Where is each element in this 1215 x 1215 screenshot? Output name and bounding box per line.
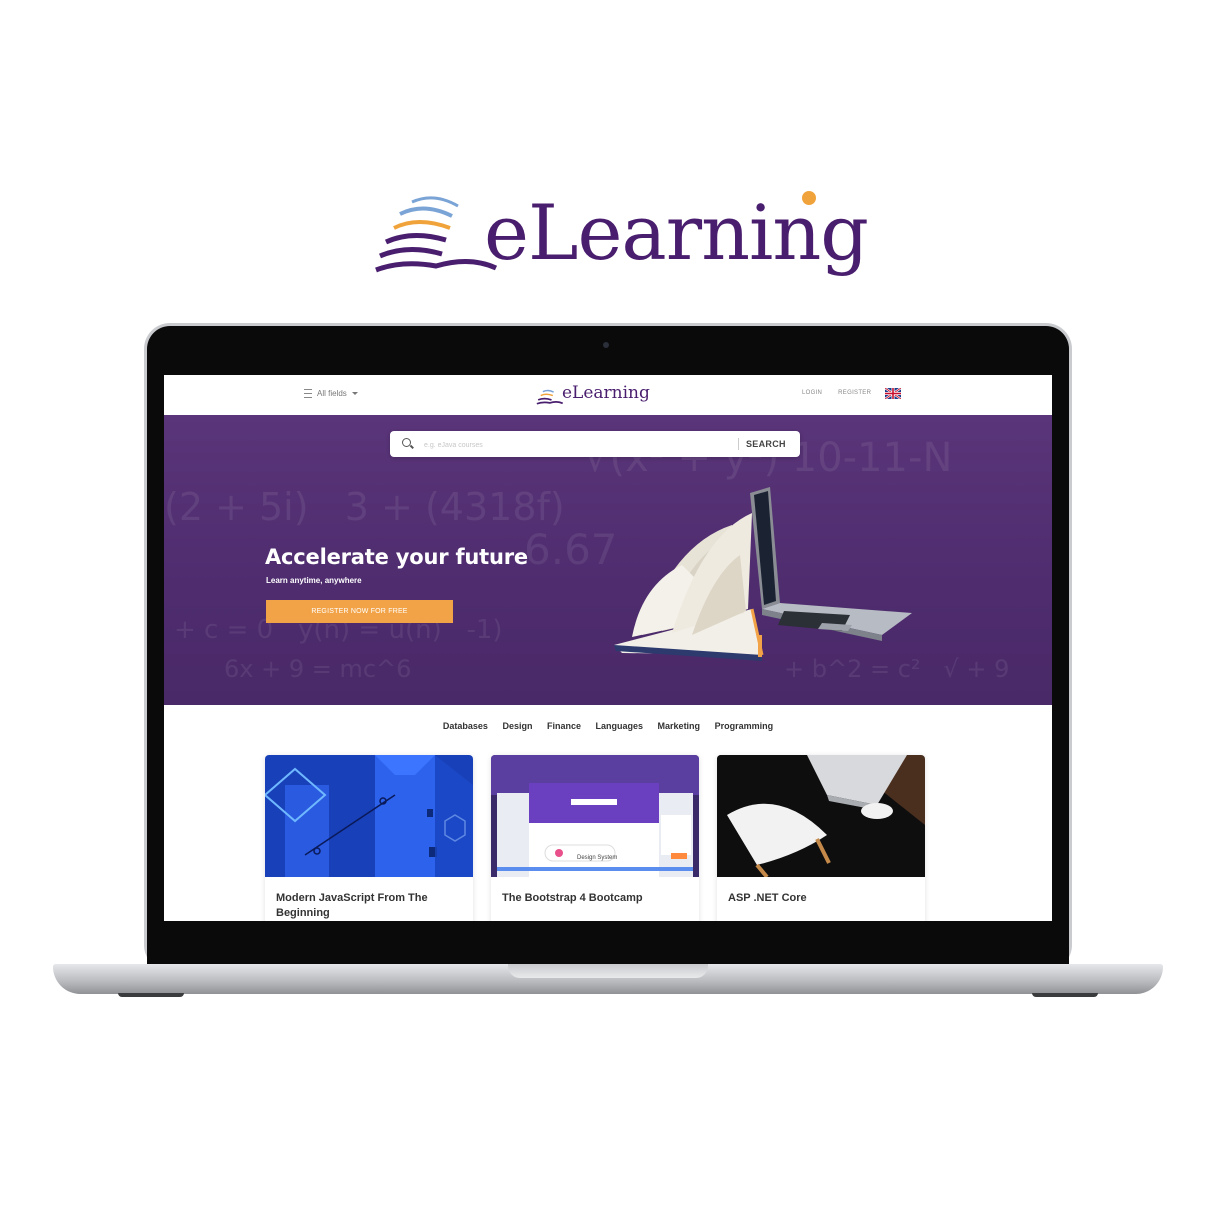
top-navbar: All fields eLearning LOGIN REGISTER: [164, 375, 1052, 415]
math-decoration: 6.67: [524, 525, 618, 574]
course-title: The Bootstrap 4 Bootcamp: [502, 892, 643, 904]
auth-links: LOGIN REGISTER: [802, 390, 871, 396]
search-button[interactable]: SEARCH: [746, 439, 786, 449]
course-card[interactable]: Modern JavaScript From The Beginning: [265, 755, 473, 921]
course-thumbnail: [265, 755, 473, 877]
list-icon: [304, 389, 312, 398]
course-card[interactable]: ASP .NET Core: [717, 755, 925, 921]
laptop-foot: [1032, 993, 1098, 997]
course-title: Modern JavaScript From The Beginning: [276, 892, 428, 919]
brand-logo: eLearning: [372, 188, 869, 283]
category-link[interactable]: Design: [502, 721, 532, 731]
math-decoration: (2 + 5i) 3 + (4318f): [164, 485, 565, 529]
course-card[interactable]: Design System The Bootstrap 4 Bootcamp: [491, 755, 699, 921]
category-link[interactable]: Programming: [715, 721, 774, 731]
category-nav: Databases Design Finance Languages Marke…: [164, 721, 1052, 731]
math-decoration: 6x + 9 = mc^6: [224, 655, 412, 683]
laptop-foot: [118, 993, 184, 997]
search-divider: [738, 438, 739, 450]
category-link[interactable]: Databases: [443, 721, 488, 731]
all-fields-label: All fields: [317, 389, 347, 398]
course-thumbnail: [717, 755, 925, 877]
login-link[interactable]: LOGIN: [802, 390, 822, 396]
chevron-down-icon: [351, 392, 358, 395]
hero-subtitle: Learn anytime, anywhere: [266, 576, 362, 585]
search-input[interactable]: [422, 436, 726, 454]
open-book-icon: [375, 196, 498, 273]
search-bar: SEARCH: [390, 431, 800, 457]
website-screen: All fields eLearning LOGIN REGISTER (2 +…: [164, 375, 1052, 921]
nav-logo[interactable]: eLearning: [536, 382, 650, 408]
course-title: ASP .NET Core: [728, 892, 807, 904]
register-now-button[interactable]: REGISTER NOW FOR FREE: [266, 600, 453, 623]
thumbnail-caption: Design System: [577, 855, 618, 861]
search-icon[interactable]: [402, 438, 411, 447]
category-link[interactable]: Marketing: [658, 721, 701, 731]
category-link[interactable]: Finance: [547, 721, 581, 731]
uk-flag-icon[interactable]: [885, 388, 901, 399]
open-book-icon: [536, 389, 564, 405]
book-laptop-illustration: [614, 487, 912, 661]
hero-title: Accelerate your future: [265, 545, 528, 569]
register-link[interactable]: REGISTER: [838, 390, 871, 396]
brand-dot: [802, 191, 816, 205]
laptop-base-notch: [508, 964, 708, 978]
camera-icon: [603, 342, 609, 348]
hero-banner: (2 + 5i) 3 + (4318f) √(x² + y²) 10-11-N …: [164, 415, 1052, 705]
category-link[interactable]: Languages: [596, 721, 644, 731]
all-fields-dropdown[interactable]: All fields: [304, 389, 358, 398]
nav-logo-text: eLearning: [562, 383, 650, 403]
